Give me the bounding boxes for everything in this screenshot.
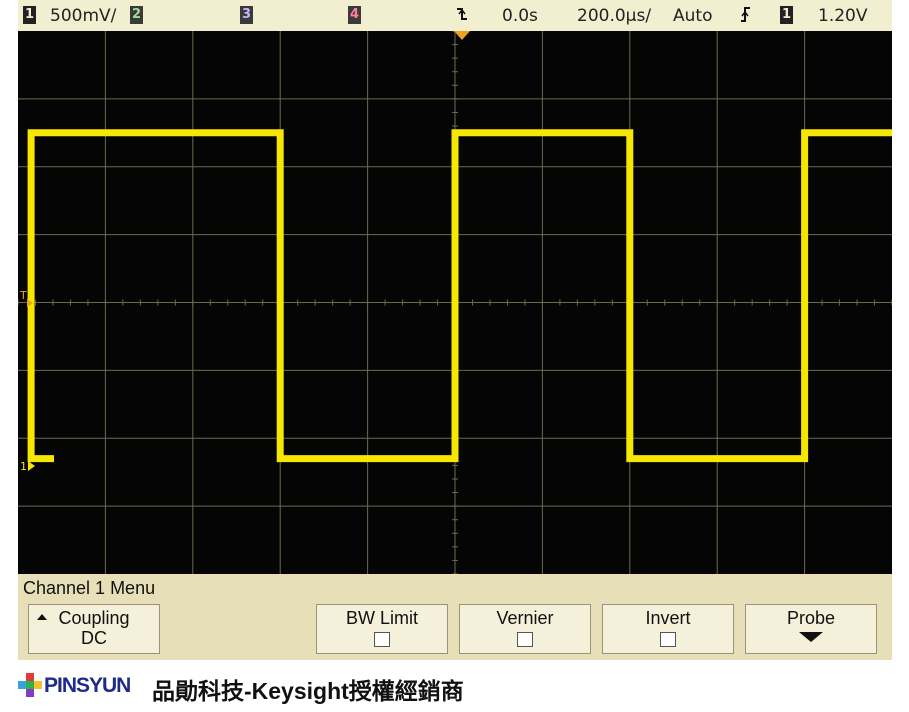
trigger-level: 1.20V bbox=[818, 6, 868, 26]
waveform-screen: T 1 bbox=[18, 31, 892, 574]
trigger-offset: 0.0s bbox=[502, 6, 538, 26]
brand-name: PINSYUN bbox=[44, 674, 131, 697]
probe-softkey[interactable]: Probe bbox=[745, 604, 877, 654]
submenu-arrow-icon bbox=[799, 632, 823, 642]
oscilloscope-display: 1 500mV/ 2 3 4 0.0s 200.0µs/ Auto 1 1.20… bbox=[18, 0, 892, 660]
channel-1-trace bbox=[27, 129, 892, 463]
tagline: 品勛科技-Keysight授權經銷商 bbox=[152, 678, 464, 704]
vernier-checkbox[interactable] bbox=[517, 632, 533, 647]
channel-1-indicator[interactable]: 1 bbox=[23, 6, 36, 24]
invert-softkey[interactable]: Invert bbox=[602, 604, 734, 654]
trigger-source: 1 bbox=[780, 6, 793, 24]
timebase: 200.0µs/ bbox=[577, 6, 652, 26]
rising-edge-icon bbox=[739, 4, 753, 32]
waveform-plot: T 1 bbox=[18, 31, 892, 574]
channel-3-indicator[interactable]: 3 bbox=[240, 6, 253, 24]
trigger-level-label: T bbox=[19, 289, 27, 302]
coupling-value: DC bbox=[81, 628, 107, 648]
channel-1-ground-label: 1 bbox=[20, 460, 27, 473]
bw-limit-checkbox[interactable] bbox=[374, 632, 390, 647]
trigger-mode: Auto bbox=[673, 6, 713, 26]
invert-checkbox[interactable] bbox=[660, 632, 676, 647]
softkey-menu: Channel 1 Menu Coupling DC BW Limit Vern… bbox=[18, 574, 892, 660]
trigger-position-icon bbox=[454, 3, 470, 33]
status-bar: 1 500mV/ 2 3 4 0.0s 200.0µs/ Auto 1 1.20… bbox=[18, 0, 892, 31]
pinsyun-logo-icon bbox=[18, 673, 42, 697]
trigger-position-marker bbox=[454, 31, 470, 40]
menu-title: Channel 1 Menu bbox=[23, 578, 156, 598]
bw-limit-softkey[interactable]: BW Limit bbox=[316, 604, 448, 654]
channel-4-indicator[interactable]: 4 bbox=[348, 6, 361, 24]
footer: PINSYUN 品勛科技-Keysight授權經銷商 bbox=[18, 668, 898, 708]
channel-2-indicator[interactable]: 2 bbox=[130, 6, 143, 24]
coupling-softkey[interactable]: Coupling DC bbox=[28, 604, 160, 654]
channel-1-scale: 500mV/ bbox=[50, 6, 117, 26]
menu-up-icon bbox=[37, 614, 47, 620]
vernier-softkey[interactable]: Vernier bbox=[459, 604, 591, 654]
